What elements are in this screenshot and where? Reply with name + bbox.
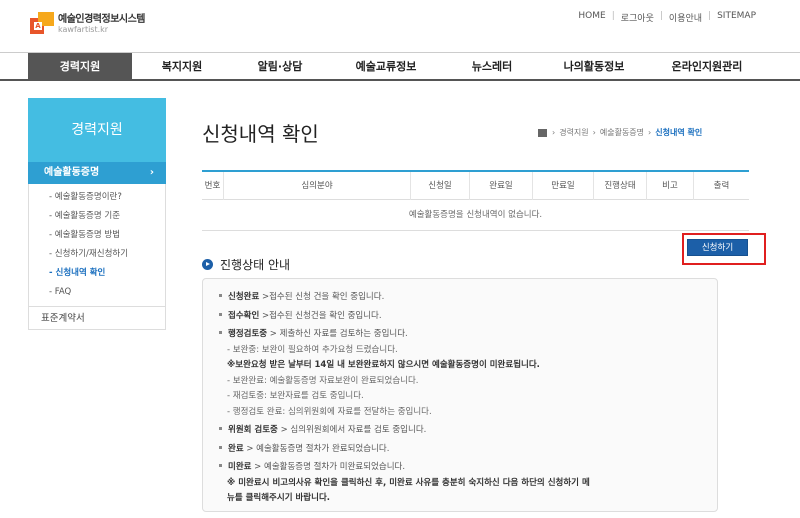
main-nav: 경력지원 복지지원 알림·상담 예술교류정보 뉴스레터 나의활동정보 온라인지원… <box>0 52 800 81</box>
status-item: 위원회 검토중 > 심의위원회에서 자료를 검토 중입니다. <box>215 423 705 439</box>
breadcrumb-item[interactable]: 예술활동증명 <box>600 127 644 138</box>
breadcrumb-sep: › <box>592 128 596 137</box>
side-nav-item-current[interactable]: - 신청내역 확인 <box>29 264 165 283</box>
table-header: 출력 <box>713 181 730 191</box>
status-guide-box: 신청완료 >접수된 신청 건을 확인 중입니다. 접수확인 >접수된 신청건을 … <box>202 278 718 512</box>
util-sitemap-link[interactable]: SITEMAP <box>717 11 756 24</box>
side-nav-section-label: 예술활동증명 <box>44 167 100 178</box>
table-header: 만료일 <box>533 172 594 200</box>
status-item: 신청완료 >접수된 신청 건을 확인 중입니다. <box>215 290 705 306</box>
status-subitem: - 보완완료: 예술활동증명 자료보완이 완료되었습니다. <box>227 375 419 386</box>
status-item: 미완료 > 예술활동증명 절차가 미완료되었습니다. <box>215 460 705 476</box>
nav-exchange[interactable]: 예술교류정보 <box>338 53 434 80</box>
page-title: 신청내역 확인 <box>202 122 319 146</box>
side-nav: 경력지원 예술활동증명 › - 예술활동증명이란? - 예술활동증명 기준 - … <box>28 98 166 330</box>
nav-career[interactable]: 경력지원 <box>28 53 132 80</box>
side-nav-item[interactable]: - 예술활동증명 기준 <box>29 207 165 226</box>
status-heading: 진행상태 안내 <box>202 256 290 273</box>
nav-welfare[interactable]: 복지지원 <box>140 53 224 80</box>
breadcrumb-sep: › <box>648 128 652 137</box>
util-home-link[interactable]: HOME <box>578 11 605 24</box>
nav-notice[interactable]: 알림·상담 <box>238 53 322 80</box>
status-subitem: - 보완중: 보완이 필요하여 추가요청 드렸습니다. <box>227 344 398 355</box>
breadcrumb-current: 신청내역 확인 <box>655 128 703 137</box>
play-circle-icon <box>202 259 213 270</box>
logo-subtitle: kawfartist.kr <box>58 25 109 34</box>
site-logo[interactable]: A 예술인경력정보시스템 kawfartist.kr <box>30 10 146 34</box>
status-subitem: - 재검토중: 보완자료를 검토 중입니다. <box>227 391 364 401</box>
apply-button[interactable]: 신청하기 <box>687 239 748 256</box>
table-header-row: 번호 심의분야 신청일 완료일 만료일 진행상태 비고 출력 <box>202 172 749 200</box>
util-guide-link[interactable]: 이용안내 <box>669 11 702 24</box>
apply-button-highlight: 신청하기 <box>682 233 766 265</box>
logo-title: 예술인경력정보시스템 <box>58 14 146 25</box>
status-note: ※보완요청 받은 날부터 14일 내 보완완료하지 않으시면 예술활동증명이 미… <box>227 360 540 370</box>
separator: | <box>659 11 663 21</box>
side-nav-item[interactable]: - 신청하기/재신청하기 <box>29 245 165 264</box>
side-nav-current-section[interactable]: 예술활동증명 › <box>28 162 166 184</box>
status-note: ※ 미완료시 비고의사유 확인을 클릭하신 후, 미완료 사유를 충분히 숙지하… <box>227 477 590 488</box>
status-heading-text: 진행상태 안내 <box>220 258 291 272</box>
table-header: 비고 <box>647 172 694 200</box>
application-table: 번호 심의분야 신청일 완료일 만료일 진행상태 비고 출력 예술활동증명을 신… <box>202 170 749 231</box>
side-nav-standard-contract[interactable]: 표준계약서 <box>28 306 166 330</box>
table-empty-message: 예술활동증명을 신청내역이 없습니다. <box>202 200 749 231</box>
table-header: 신청일 <box>411 172 470 200</box>
separator: | <box>611 11 615 21</box>
status-note: 뉴를 클릭해주시기 바랍니다. <box>227 493 330 503</box>
status-item: 행정검토중 > 제출하신 자료를 검토하는 중입니다. <box>215 327 705 343</box>
separator: | <box>708 11 712 21</box>
side-nav-sublist: - 예술활동증명이란? - 예술활동증명 기준 - 예술활동증명 방법 - 신청… <box>28 184 166 306</box>
status-item: 완료 > 예술활동증명 절차가 완료되었습니다. <box>215 442 705 458</box>
status-item: 접수확인 >접수된 신청건을 확인 중입니다. <box>215 309 705 325</box>
table-header: 심의분야 <box>224 172 411 200</box>
side-nav-item[interactable]: - FAQ <box>29 283 165 302</box>
nav-newsletter[interactable]: 뉴스레터 <box>450 53 534 80</box>
header: A 예술인경력정보시스템 kawfartist.kr HOME | 로그아웃 |… <box>0 0 800 50</box>
table-header: 번호 <box>202 172 224 200</box>
side-nav-item[interactable]: - 예술활동증명이란? <box>29 188 165 207</box>
chevron-right-icon: › <box>149 167 154 178</box>
side-nav-title: 경력지원 <box>28 98 166 162</box>
nav-my-activity[interactable]: 나의활동정보 <box>546 53 642 80</box>
logo-icon: A <box>30 10 54 34</box>
table-header: 완료일 <box>470 172 533 200</box>
side-nav-item[interactable]: - 예술활동증명 방법 <box>29 226 165 245</box>
util-logout-link[interactable]: 로그아웃 <box>621 11 654 24</box>
table-header: 진행상태 <box>594 172 647 200</box>
status-subitem: - 행정검토 완료: 심의위원회에 자료를 전달하는 중입니다. <box>227 406 432 417</box>
breadcrumb: › 경력지원 › 예술활동증명 › 신청내역 확인 <box>538 127 706 138</box>
home-icon[interactable] <box>538 128 547 137</box>
breadcrumb-sep: › <box>552 128 556 137</box>
breadcrumb-item[interactable]: 경력지원 <box>559 127 588 138</box>
nav-online[interactable]: 온라인지원관리 <box>652 53 762 80</box>
utility-nav: HOME | 로그아웃 | 이용안내 | SITEMAP <box>578 11 756 24</box>
